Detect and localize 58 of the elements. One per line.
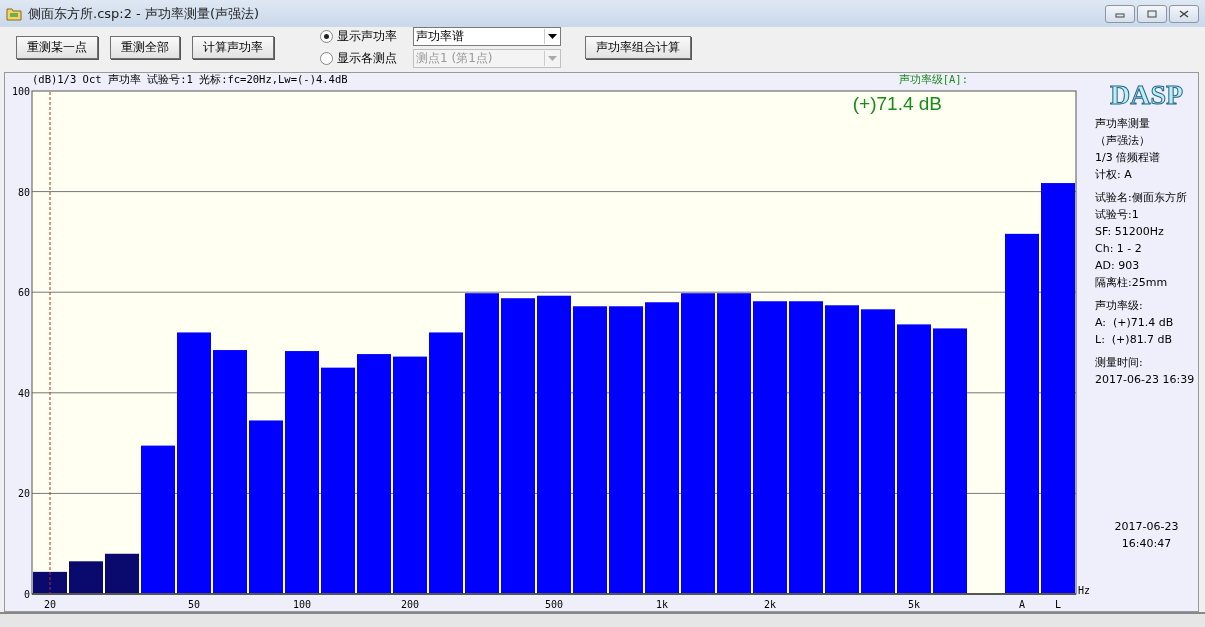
x-tick-label: 200 [400, 599, 420, 611]
info-text: 试验名:侧面东方所 [1095, 190, 1188, 207]
date-text: 2017-06-23 [1113, 519, 1180, 536]
folder-icon [6, 6, 22, 21]
info-text: SF: 51200Hz [1095, 224, 1165, 241]
maximize-icon [1147, 9, 1157, 18]
toolbar-button[interactable]: 重测全部 [110, 36, 180, 60]
y-tick-label: 20 [17, 488, 30, 500]
chart-header: (dB)1/3 Oct 声功率 试验号:1 光标:fc=20Hz,Lw=(-)4.4dB [32, 73, 348, 86]
y-tick-label: 100 [11, 86, 30, 98]
y-tick-label: 80 [17, 186, 30, 198]
info-text: 试验号:1 [1095, 207, 1140, 224]
bar [33, 572, 67, 595]
info-text: 计权: A [1095, 167, 1133, 184]
x-tick-label: A [1019, 599, 1025, 611]
close-icon [1179, 9, 1189, 18]
radio-button[interactable] [320, 52, 333, 66]
toolbar-button[interactable]: 重测某一点 [16, 36, 98, 60]
minimize-button[interactable] [1105, 4, 1135, 23]
x-tick-label: 50 [188, 599, 200, 611]
x-tick-label: 100 [292, 599, 312, 611]
x-tick-label: 500 [544, 599, 564, 611]
level-label: 声功率级[A]: [898, 73, 968, 86]
level-reading: (+)71.4 dB [852, 93, 942, 116]
x-tick-label: L [1055, 599, 1061, 611]
x-tick-label: 5k [908, 599, 920, 611]
radio-label: 显示声功率 [337, 28, 398, 46]
radio-label: 显示各测点 [337, 50, 398, 68]
info-text: AD: 903 [1095, 258, 1141, 275]
info-text: Ch: 1 - 2 [1095, 241, 1143, 258]
dropdown[interactable]: 声功率谱 [413, 27, 561, 47]
y-tick-label: 60 [17, 287, 30, 299]
combine-button[interactable]: 声功率组合计算 [585, 36, 691, 60]
info-text: 2017-06-23 16:39 [1095, 372, 1196, 389]
info-text: 声功率测量 [1095, 116, 1151, 133]
info-text: A: (+)71.4 dB [1095, 315, 1175, 332]
bar [69, 561, 103, 595]
info-text: （声强法） [1095, 133, 1151, 150]
x-tick-label: 1k [656, 599, 668, 611]
info-text: 隔离柱:25mm [1095, 275, 1169, 292]
info-text: 1/3 倍频程谱 [1095, 150, 1162, 167]
info-text: 测量时间: [1095, 355, 1144, 372]
info-text: 声功率级: [1095, 298, 1144, 315]
toolbar-button[interactable]: 计算声功率 [192, 36, 274, 60]
window-title: 侧面东方所.csp:2 - 声功率测量(声强法) [28, 4, 260, 23]
caret-icon [548, 34, 557, 40]
caret-icon [548, 56, 557, 62]
y-tick-label: 40 [17, 388, 30, 400]
info-text: L: (+)81.7 dB [1095, 332, 1174, 349]
x-tick-label: 2k [764, 599, 776, 611]
logo: DASP [1108, 81, 1185, 110]
close-button[interactable] [1169, 4, 1199, 23]
x-tick-label: 20 [44, 599, 56, 611]
unit-label: Hz [1078, 585, 1091, 597]
radio-button[interactable] [320, 30, 333, 44]
bar [105, 554, 139, 595]
time-text: 16:40:47 [1120, 536, 1173, 553]
y-tick-label: 0 [23, 589, 30, 601]
